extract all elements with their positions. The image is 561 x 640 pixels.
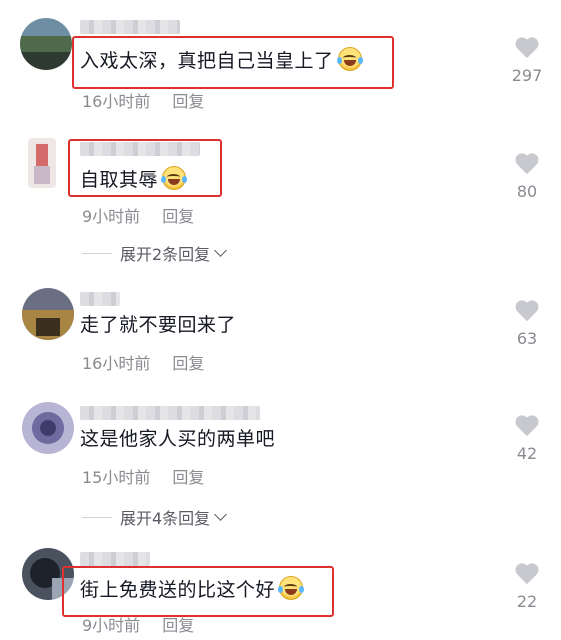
like-count: 63 xyxy=(516,329,538,348)
comment-meta: 9小时前 回复 xyxy=(82,203,194,227)
comment-meta: 15小时前 回复 xyxy=(82,464,204,488)
username-blurred xyxy=(80,20,180,34)
timestamp: 16小时前 xyxy=(82,354,151,373)
comment-meta: 16小时前 回复 xyxy=(82,88,204,112)
heart-icon[interactable] xyxy=(515,416,539,438)
chevron-down-icon xyxy=(214,508,228,521)
timestamp: 15小时前 xyxy=(82,468,151,487)
expand-replies-label: 展开2条回复 xyxy=(120,245,211,264)
like-button[interactable]: 63 xyxy=(497,301,557,348)
timestamp: 9小时前 xyxy=(82,207,141,226)
laughing-tears-emoji-icon xyxy=(161,166,188,190)
comment-text: 街上免费送的比这个好 xyxy=(80,576,305,603)
heart-icon[interactable] xyxy=(515,38,539,60)
heart-icon[interactable] xyxy=(515,301,539,323)
username-blurred xyxy=(80,292,120,306)
divider xyxy=(82,252,112,254)
avatar[interactable] xyxy=(28,138,56,188)
reply-button[interactable]: 回复 xyxy=(162,207,194,226)
reply-button[interactable]: 回复 xyxy=(162,616,194,635)
like-button[interactable]: 22 xyxy=(497,564,557,611)
reply-button[interactable]: 回复 xyxy=(172,354,204,373)
comment-text: 走了就不要回来了 xyxy=(80,314,237,336)
expand-replies-label: 展开4条回复 xyxy=(120,509,211,528)
like-button[interactable]: 297 xyxy=(497,38,557,85)
like-count: 80 xyxy=(516,182,538,201)
like-button[interactable]: 80 xyxy=(497,154,557,201)
comment-text: 这是他家人买的两单吧 xyxy=(80,428,276,450)
divider xyxy=(82,516,112,518)
like-count: 42 xyxy=(516,444,538,463)
like-button[interactable]: 42 xyxy=(497,416,557,463)
heart-icon[interactable] xyxy=(515,564,539,586)
laughing-tears-emoji-icon xyxy=(336,47,363,71)
expand-replies-button[interactable]: 展开4条回复 xyxy=(82,505,228,529)
comment-text: 入戏太深，真把自己当皇上了 xyxy=(80,47,363,74)
timestamp: 16小时前 xyxy=(82,92,151,111)
like-count: 22 xyxy=(516,592,538,611)
username-blurred xyxy=(80,552,150,566)
laughing-tears-emoji-icon xyxy=(278,576,305,600)
reply-button[interactable]: 回复 xyxy=(172,468,204,487)
comment-text: 自取其辱 xyxy=(80,166,188,193)
username-blurred xyxy=(80,406,260,420)
timestamp: 9小时前 xyxy=(82,616,141,635)
heart-icon[interactable] xyxy=(515,154,539,176)
like-count: 297 xyxy=(511,66,543,85)
avatar[interactable] xyxy=(22,402,74,454)
avatar[interactable] xyxy=(20,18,72,70)
comment-meta: 9小时前 回复 xyxy=(82,612,194,636)
reply-button[interactable]: 回复 xyxy=(172,92,204,111)
comment-meta: 16小时前 回复 xyxy=(82,350,204,374)
chevron-down-icon xyxy=(214,244,228,257)
expand-replies-button[interactable]: 展开2条回复 xyxy=(82,241,228,265)
avatar[interactable] xyxy=(22,288,74,340)
